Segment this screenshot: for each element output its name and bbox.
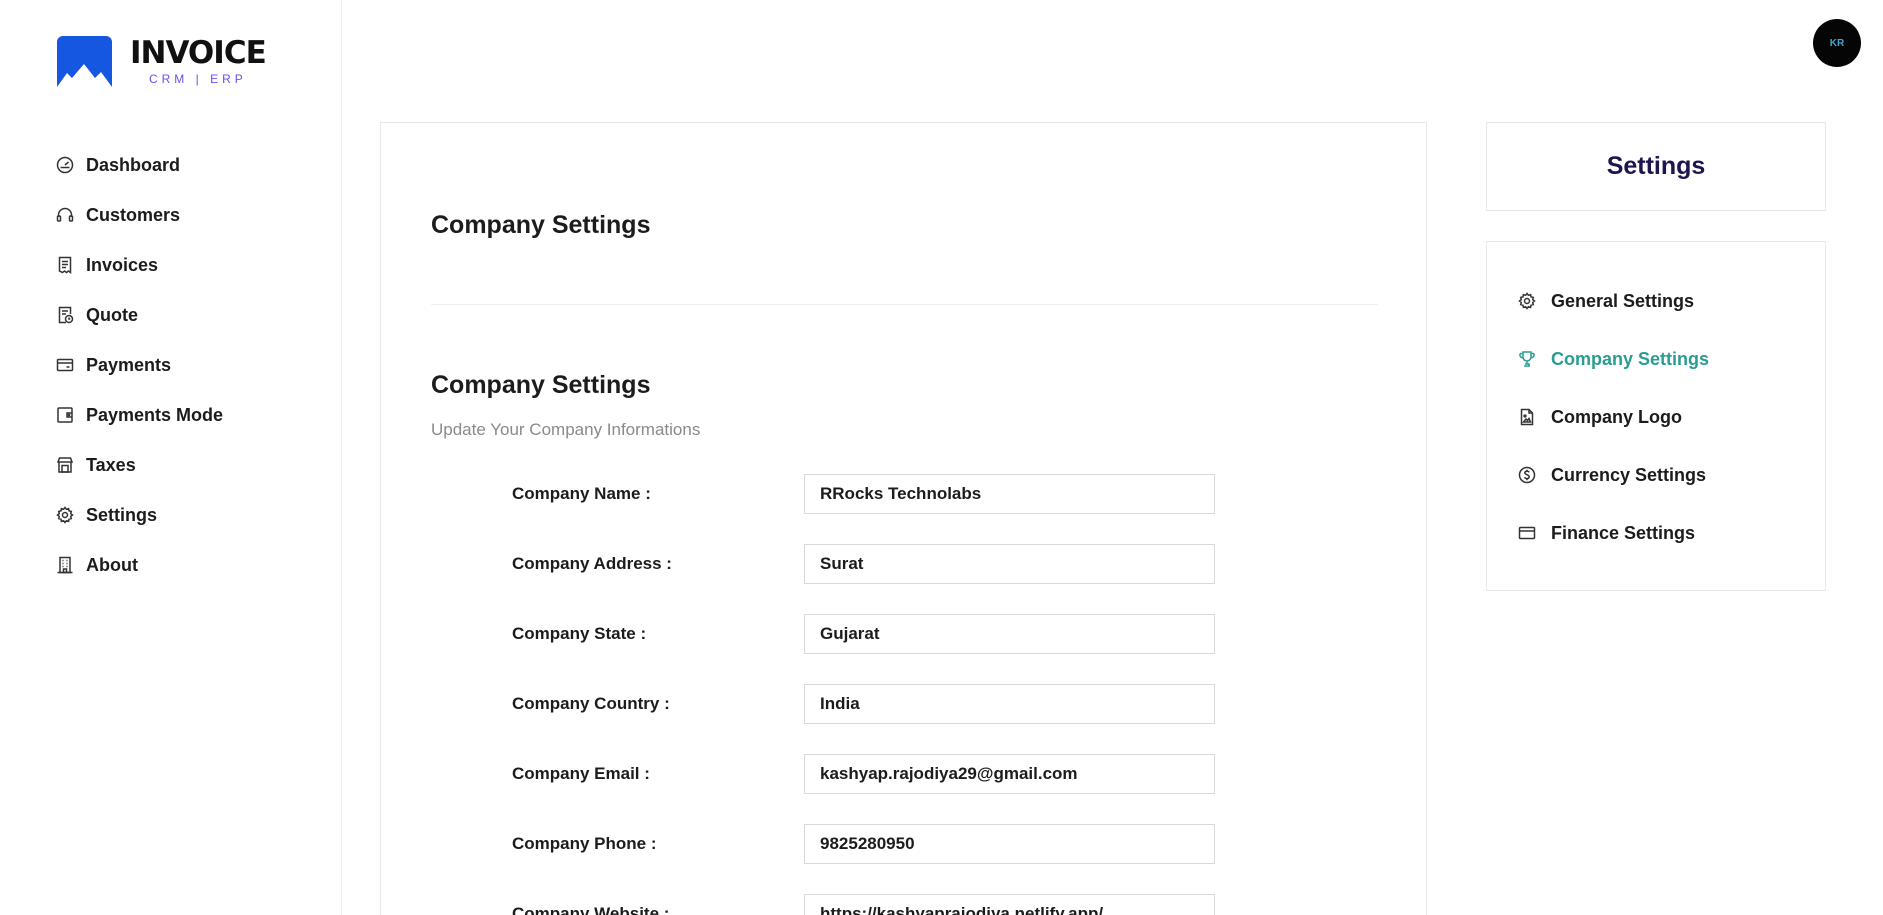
- dollar-circle-icon: [1518, 466, 1536, 484]
- sidebar-item-label: Taxes: [86, 454, 136, 475]
- settings-menu-currency[interactable]: Currency Settings: [1487, 446, 1825, 504]
- settings-menu-company[interactable]: Company Settings: [1487, 330, 1825, 388]
- gear-icon: [1518, 292, 1536, 310]
- sidebar-item-label: Payments Mode: [86, 404, 224, 425]
- page-title: Company Settings: [431, 211, 651, 239]
- headset-icon: [56, 207, 74, 222]
- settings-menu-label: General Settings: [1551, 290, 1695, 311]
- sidebar-item-label: Invoices: [86, 254, 159, 275]
- company-address-label: Company Address :: [512, 554, 672, 573]
- company-address-input[interactable]: [804, 544, 1215, 584]
- sidebar: INVOICE CRM | ERP Dashboard Customers In…: [0, 0, 342, 915]
- sidebar-item-quote[interactable]: Quote: [56, 290, 316, 340]
- company-name-label: Company Name :: [512, 484, 651, 503]
- mountain-logo-icon: [57, 36, 112, 87]
- brand-title: INVOICE: [130, 35, 267, 71]
- company-state-input[interactable]: [804, 614, 1215, 654]
- user-avatar[interactable]: KR: [1813, 19, 1861, 67]
- brand-subtitle: CRM | ERP: [148, 72, 247, 86]
- sidebar-item-customers[interactable]: Customers: [56, 190, 316, 240]
- credit-card-icon: [1518, 526, 1536, 540]
- brand-text: INVOICE CRM | ERP: [130, 35, 267, 86]
- section-subtitle: Update Your Company Informations: [431, 420, 701, 439]
- settings-menu-label: Company Logo: [1551, 406, 1682, 427]
- company-email-input[interactable]: [804, 754, 1215, 794]
- sidebar-item-label: About: [86, 554, 138, 575]
- sidebar-item-payments[interactable]: Payments: [56, 340, 316, 390]
- settings-menu-label: Currency Settings: [1551, 464, 1707, 485]
- company-state-label: Company State :: [512, 624, 647, 643]
- company-website-label: Company Website :: [512, 904, 670, 915]
- sidebar-item-label: Dashboard: [86, 154, 181, 175]
- sidebar-item-label: Payments: [86, 354, 172, 375]
- building-icon: [57, 556, 73, 574]
- receipt-icon: [58, 256, 72, 274]
- sidebar-item-about[interactable]: About: [56, 540, 316, 590]
- settings-menu-general[interactable]: General Settings: [1487, 272, 1825, 330]
- form-row-company-country: Company Country :: [512, 684, 1222, 724]
- brand-logo[interactable]: INVOICE CRM | ERP: [57, 35, 267, 87]
- sidebar-item-label: Customers: [86, 204, 181, 225]
- divider: [431, 304, 1378, 305]
- form-row-company-phone: Company Phone :: [512, 824, 1222, 864]
- company-country-input[interactable]: [804, 684, 1215, 724]
- gear-icon: [56, 506, 74, 524]
- form-row-company-address: Company Address :: [512, 544, 1222, 584]
- settings-panel-header: Settings: [1486, 122, 1826, 211]
- sidebar-item-payments-mode[interactable]: Payments Mode: [56, 390, 316, 440]
- file-clock-icon: [58, 306, 74, 324]
- sidebar-nav: Dashboard Customers Invoices Quote Payme…: [56, 140, 316, 590]
- credit-card-icon: [56, 358, 74, 372]
- company-phone-label: Company Phone :: [512, 834, 657, 853]
- settings-menu-label: Company Settings: [1551, 348, 1710, 369]
- form-row-company-name: Company Name :: [512, 474, 1222, 514]
- sidebar-item-dashboard[interactable]: Dashboard: [56, 140, 316, 190]
- company-email-label: Company Email :: [512, 764, 650, 783]
- form-row-company-state: Company State :: [512, 614, 1222, 654]
- file-image-icon: [1520, 408, 1534, 426]
- wallet-icon: [57, 407, 73, 423]
- company-country-label: Company Country :: [512, 694, 670, 713]
- trophy-icon: [1519, 351, 1535, 367]
- sidebar-item-label: Settings: [86, 504, 158, 525]
- sidebar-item-taxes[interactable]: Taxes: [56, 440, 316, 490]
- settings-menu-logo[interactable]: Company Logo: [1487, 388, 1825, 446]
- section-title: Company Settings: [431, 371, 651, 399]
- shop-icon: [56, 457, 74, 473]
- settings-menu-label: Finance Settings: [1551, 522, 1696, 543]
- form-row-company-email: Company Email :: [512, 754, 1222, 794]
- form-row-company-website: Company Website :: [512, 894, 1222, 915]
- company-name-input[interactable]: [804, 474, 1215, 514]
- gauge-icon: [56, 156, 74, 174]
- company-settings-card: Company Settings Company Settings Update…: [380, 122, 1427, 915]
- company-website-input[interactable]: [804, 894, 1215, 915]
- settings-menu-finance[interactable]: Finance Settings: [1487, 504, 1825, 562]
- sidebar-item-label: Quote: [86, 304, 138, 325]
- settings-menu: General Settings Company Settings Compan…: [1486, 241, 1826, 591]
- sidebar-item-settings[interactable]: Settings: [56, 490, 316, 540]
- company-phone-input[interactable]: [804, 824, 1215, 864]
- settings-panel-title: Settings: [1606, 152, 1706, 180]
- sidebar-item-invoices[interactable]: Invoices: [56, 240, 316, 290]
